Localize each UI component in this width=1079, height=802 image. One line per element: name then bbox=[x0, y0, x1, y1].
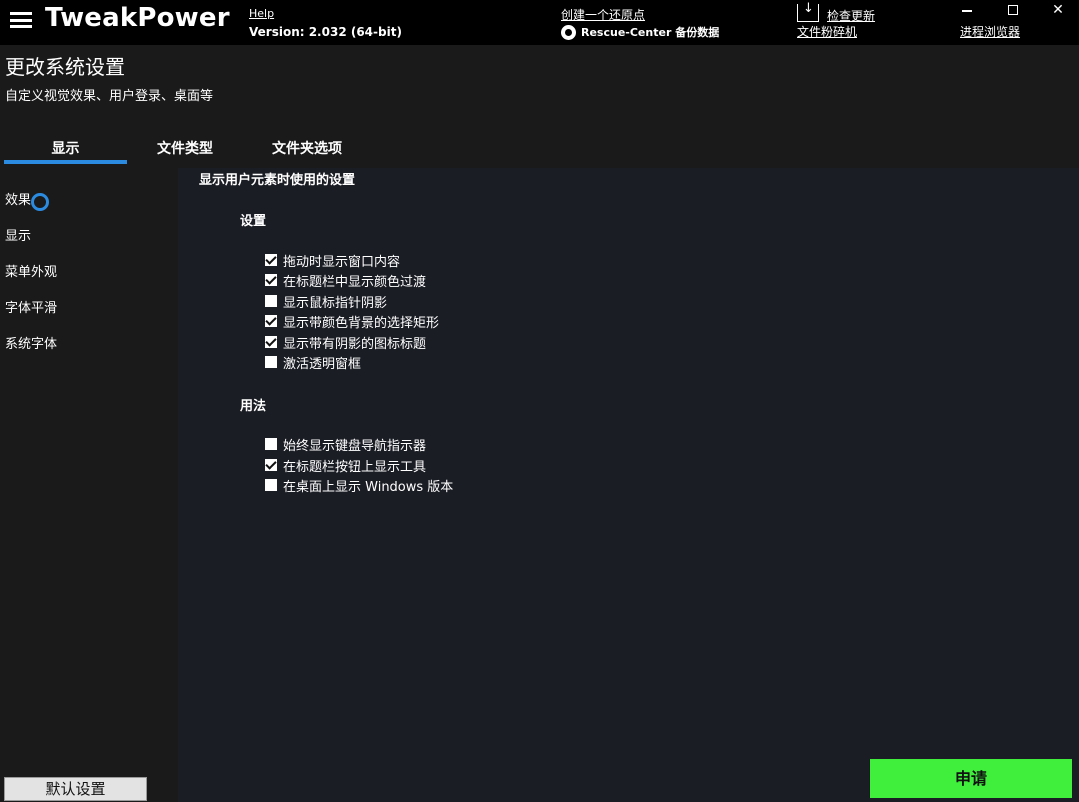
maximize-button[interactable] bbox=[993, 0, 1033, 20]
rescue-center-label: Rescue-Center 备份数据 bbox=[581, 26, 720, 39]
option-row[interactable]: 在标题栏按钮上显示工具 bbox=[265, 456, 427, 475]
group-title-settings: 设置 bbox=[240, 214, 267, 229]
checkbox[interactable] bbox=[265, 254, 277, 266]
option-label: 显示带有阴影的图标标题 bbox=[283, 336, 427, 352]
sidebar-item-menu-appearance[interactable]: 菜单外观 bbox=[5, 261, 57, 280]
sidebar-item-effects[interactable]: 效果 bbox=[5, 189, 31, 208]
checkbox[interactable] bbox=[265, 356, 277, 368]
menu-icon[interactable] bbox=[10, 12, 32, 28]
option-label: 拖动时显示窗口内容 bbox=[283, 254, 401, 270]
checkbox[interactable] bbox=[265, 295, 277, 307]
selection-indicator-icon bbox=[31, 193, 49, 211]
option-label: 显示鼠标指针阴影 bbox=[283, 295, 388, 311]
option-row[interactable]: 在标题栏中显示颜色过渡 bbox=[265, 271, 427, 290]
checkbox[interactable] bbox=[265, 438, 277, 450]
default-settings-button[interactable]: 默认设置 bbox=[4, 777, 147, 801]
file-shredder-link[interactable]: 文件粉碎机 bbox=[797, 23, 857, 40]
rescue-center-link[interactable]: Rescue-Center 备份数据 bbox=[561, 24, 719, 40]
option-label: 始终显示键盘导航指示器 bbox=[283, 438, 427, 454]
page-title: 更改系统设置 bbox=[5, 55, 125, 79]
option-row[interactable]: 显示带有阴影的图标标题 bbox=[265, 333, 427, 352]
checkbox[interactable] bbox=[265, 336, 277, 348]
tab-display[interactable]: 显示 bbox=[4, 138, 127, 164]
checkbox[interactable] bbox=[265, 315, 277, 327]
tab-folder-options[interactable]: 文件夹选项 bbox=[272, 138, 342, 164]
sidebar-item-system-font[interactable]: 系统字体 bbox=[5, 333, 57, 352]
app-brand: TweakPower bbox=[45, 3, 230, 33]
download-icon[interactable] bbox=[797, 1, 819, 22]
option-row[interactable]: 激活透明窗框 bbox=[265, 353, 362, 372]
option-row[interactable]: 始终显示键盘导航指示器 bbox=[265, 435, 427, 454]
rescue-icon bbox=[561, 24, 576, 40]
group-title-usage: 用法 bbox=[240, 399, 267, 414]
option-label: 激活透明窗框 bbox=[283, 356, 362, 372]
option-label: 显示带颜色背景的选择矩形 bbox=[283, 315, 440, 331]
checkbox[interactable] bbox=[265, 274, 277, 286]
page-subtitle: 自定义视觉效果、用户登录、桌面等 bbox=[5, 89, 214, 104]
option-row[interactable]: 显示鼠标指针阴影 bbox=[265, 292, 388, 311]
sidebar-item-display[interactable]: 显示 bbox=[5, 225, 31, 244]
restore-point-link[interactable]: 创建一个还原点 bbox=[561, 6, 645, 23]
check-update-link[interactable]: 检查更新 bbox=[827, 7, 875, 24]
minimize-icon bbox=[962, 10, 972, 12]
process-browser-link[interactable]: 进程浏览器 bbox=[960, 23, 1020, 40]
option-label: 在标题栏按钮上显示工具 bbox=[283, 459, 427, 475]
checkbox[interactable] bbox=[265, 459, 277, 471]
panel-heading: 显示用户元素时使用的设置 bbox=[199, 173, 356, 188]
tab-file-types[interactable]: 文件类型 bbox=[157, 138, 213, 164]
apply-button[interactable]: 申请 bbox=[870, 759, 1072, 798]
help-link[interactable]: Help bbox=[249, 7, 274, 20]
option-label: 在桌面上显示 Windows 版本 bbox=[283, 479, 454, 495]
close-button[interactable]: ✕ bbox=[1038, 0, 1078, 20]
option-label: 在标题栏中显示颜色过渡 bbox=[283, 274, 427, 290]
sidebar-item-font-smoothing[interactable]: 字体平滑 bbox=[5, 297, 57, 316]
minimize-button[interactable] bbox=[947, 0, 987, 20]
option-row[interactable]: 在桌面上显示 Windows 版本 bbox=[265, 476, 454, 495]
checkbox[interactable] bbox=[265, 479, 277, 491]
version-label: Version: 2.032 (64-bit) bbox=[249, 25, 402, 39]
option-row[interactable]: 显示带颜色背景的选择矩形 bbox=[265, 312, 440, 331]
option-row[interactable]: 拖动时显示窗口内容 bbox=[265, 251, 401, 270]
maximize-icon bbox=[1008, 5, 1018, 15]
